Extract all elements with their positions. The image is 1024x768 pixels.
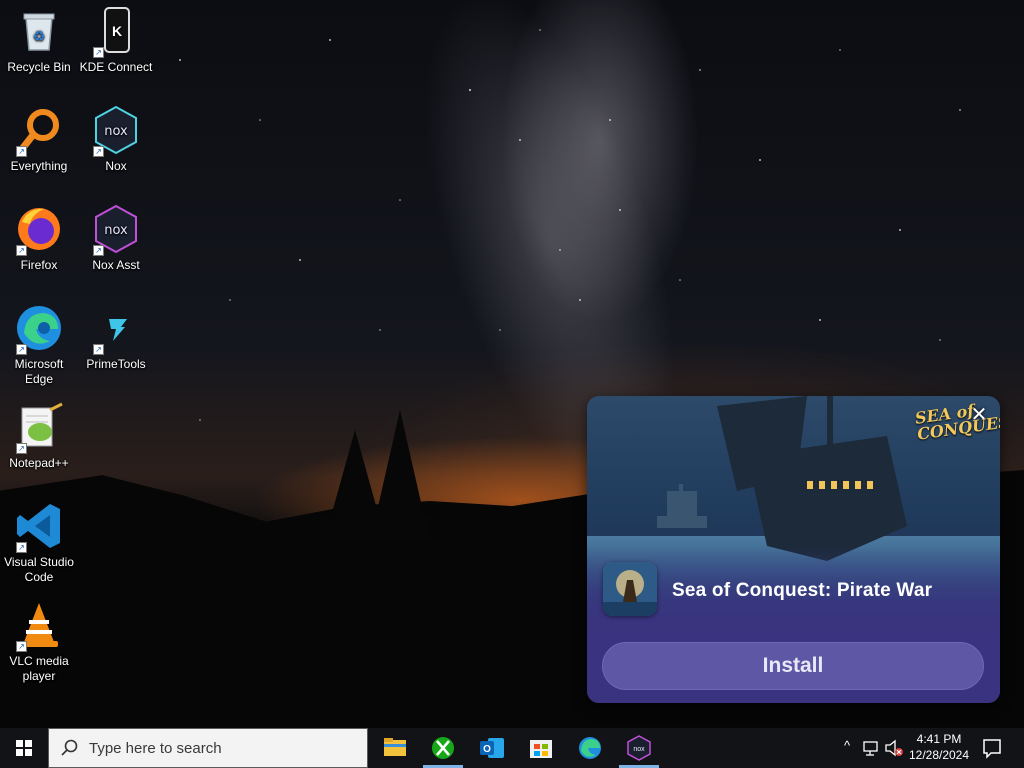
desktop-icon-label: Notepad++ xyxy=(9,456,69,470)
install-button[interactable]: Install xyxy=(602,642,984,690)
recycle-bin-icon: ♻ xyxy=(14,6,64,56)
desktop-icon-label: Everything xyxy=(10,159,68,173)
svg-text:nox: nox xyxy=(104,223,128,238)
nox-assistant-icon: nox ↗ xyxy=(91,204,141,256)
vscode-icon: ↗ xyxy=(14,501,64,553)
windows-logo-icon xyxy=(16,740,32,756)
nox-icon: nox xyxy=(627,735,651,761)
desktop-icon-vscode[interactable]: ↗ Visual Studio Code xyxy=(1,501,77,585)
microsoft-store-icon xyxy=(530,740,552,758)
clock-date: 12/28/2024 xyxy=(908,748,970,762)
taskbar-microsoft-store[interactable] xyxy=(517,728,565,768)
search-placeholder: Type here to search xyxy=(89,740,222,757)
desktop-icon-nox-asst[interactable]: nox ↗ Nox Asst xyxy=(78,204,154,273)
desktop-icon-label: Recycle Bin xyxy=(7,60,71,74)
taskbar: Type here to search O nox ^ 4:41 PM 12/2… xyxy=(0,728,1024,768)
desktop-icon-label: PrimeTools xyxy=(86,357,146,371)
outlook-icon: O xyxy=(480,738,504,758)
taskbar-outlook[interactable]: O xyxy=(468,728,516,768)
desktop-icon-recycle-bin[interactable]: ♻ Recycle Bin xyxy=(1,6,77,75)
file-explorer-icon xyxy=(384,738,406,756)
game-title: Sea of Conquest: Pirate War xyxy=(672,580,933,601)
close-button[interactable]: ✕ xyxy=(968,404,990,426)
notification-center-button[interactable] xyxy=(980,736,1004,760)
game-install-popup: SEA of CONQUEST ✕ Sea of Conquest: Pirat… xyxy=(587,396,1000,703)
desktop-icon-nox[interactable]: nox ↗ Nox xyxy=(78,105,154,174)
system-clock[interactable]: 4:41 PM 12/28/2024 xyxy=(902,731,976,765)
vlc-icon: ↗ xyxy=(14,600,64,652)
clock-time: 4:41 PM xyxy=(916,732,962,746)
volume-muted-icon[interactable] xyxy=(884,738,904,758)
taskbar-search-box[interactable]: Type here to search xyxy=(48,728,368,768)
everything-search-icon: ↗ xyxy=(14,105,64,157)
desktop-icon-label: VLC media player xyxy=(9,654,69,683)
desktop-icon-label: Visual Studio Code xyxy=(4,555,74,584)
desktop-icon-kde-connect[interactable]: K ↗ KDE Connect xyxy=(78,6,154,75)
primetools-icon: ↗ xyxy=(91,303,141,355)
svg-text:♻: ♻ xyxy=(33,28,46,44)
show-hidden-icons-button[interactable]: ^ xyxy=(838,738,856,758)
svg-text:nox: nox xyxy=(633,746,645,753)
nox-icon: nox ↗ xyxy=(91,105,141,157)
start-button[interactable] xyxy=(0,728,48,768)
kde-connect-icon: K ↗ xyxy=(91,6,141,58)
taskbar-xbox[interactable] xyxy=(419,728,467,768)
desktop-icon-label: Microsoft Edge xyxy=(14,357,64,386)
network-icon[interactable] xyxy=(862,738,882,758)
edge-icon: ↗ xyxy=(14,303,64,355)
taskbar-nox[interactable]: nox xyxy=(615,728,663,768)
desktop-icon-label: Firefox xyxy=(20,258,58,272)
xbox-icon xyxy=(432,737,454,759)
desktop-icon-firefox[interactable]: ↗ Firefox xyxy=(1,204,77,273)
svg-text:O: O xyxy=(483,744,491,755)
svg-text:K: K xyxy=(112,23,122,39)
desktop-icon-primetools[interactable]: ↗ PrimeTools xyxy=(78,303,154,372)
desktop-icon-edge[interactable]: ↗ Microsoft Edge xyxy=(1,303,77,387)
wallpaper-trees xyxy=(320,410,430,540)
notification-icon xyxy=(983,739,1001,759)
desktop-icon-label: Nox Asst xyxy=(92,258,140,272)
notepadpp-icon: ↗ xyxy=(14,402,64,454)
taskbar-edge[interactable] xyxy=(566,728,614,768)
desktop-icon-everything[interactable]: ↗ Everything xyxy=(1,105,77,174)
desktop-icon-label: Nox xyxy=(105,159,127,173)
edge-icon xyxy=(579,737,601,759)
firefox-icon: ↗ xyxy=(14,204,64,256)
desktop-icon-label: KDE Connect xyxy=(79,60,153,74)
taskbar-file-explorer[interactable] xyxy=(371,728,419,768)
desktop-icon-notepadpp[interactable]: ↗ Notepad++ xyxy=(1,402,77,471)
svg-text:nox: nox xyxy=(104,124,128,139)
search-icon xyxy=(61,739,78,756)
game-app-icon xyxy=(603,562,657,616)
desktop-icon-vlc[interactable]: ↗ VLC media player xyxy=(1,600,77,684)
